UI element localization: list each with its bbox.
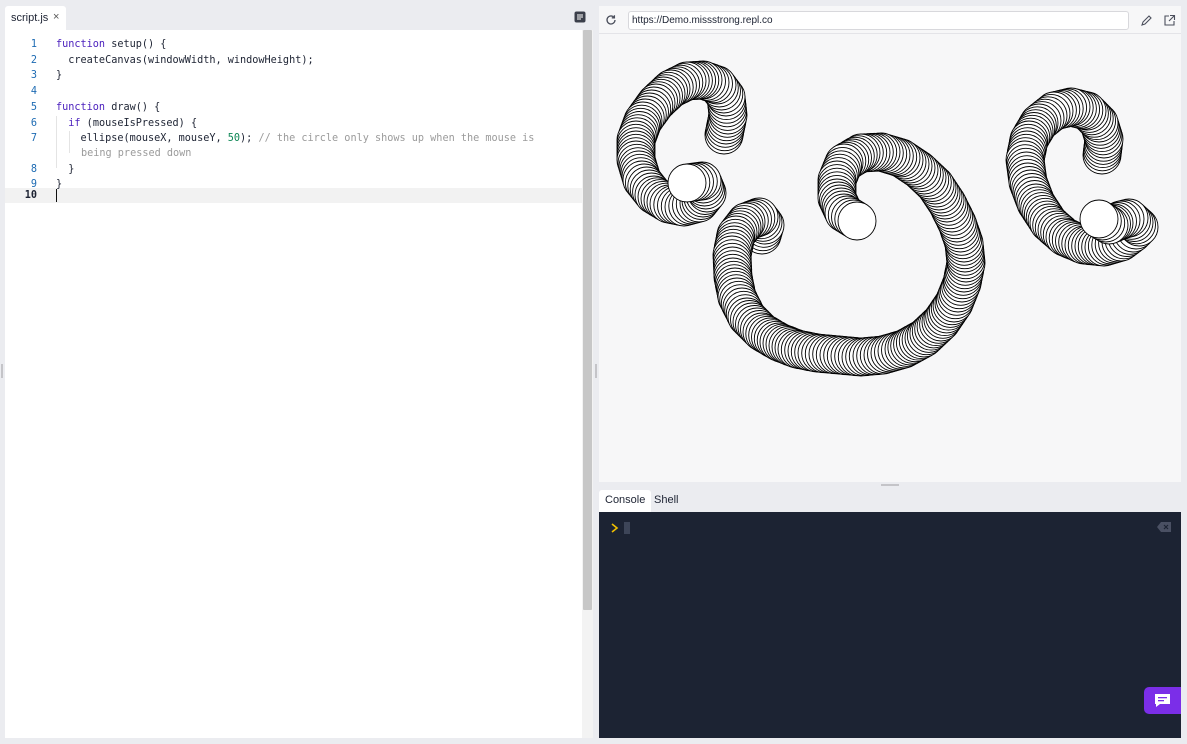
code-text: } <box>56 164 75 175</box>
drawn-circle <box>837 201 877 241</box>
prompt-chevron-icon <box>611 523 619 533</box>
line-number: 8 <box>30 164 37 175</box>
chat-icon <box>1155 694 1170 707</box>
close-tab-icon[interactable]: × <box>53 11 59 23</box>
url-input[interactable] <box>628 11 1129 30</box>
active-line-highlight <box>5 188 582 203</box>
pane-resize-handle[interactable] <box>595 364 597 378</box>
line-number: 10 <box>24 190 37 201</box>
keyword: function <box>56 39 106 50</box>
number-literal: 50 <box>227 133 241 144</box>
code-text: draw() { <box>105 102 161 113</box>
file-tab-label: script.js <box>11 12 49 24</box>
keyword: if <box>56 118 81 129</box>
code-text: } <box>56 70 63 81</box>
web-preview-pane <box>599 6 1181 482</box>
tab-shell[interactable]: Shell <box>648 490 684 512</box>
line-number: 5 <box>30 102 37 113</box>
file-tab-script-js[interactable]: script.js × <box>5 6 66 30</box>
console-tab-bar: Console Shell <box>599 490 1181 512</box>
console-panel[interactable] <box>599 512 1181 738</box>
file-tab-bar: script.js × <box>5 6 593 30</box>
code-text: ellipse(mouseX, mouseY, <box>56 133 228 144</box>
preview-resize-handle[interactable] <box>881 484 899 486</box>
console-cursor <box>624 522 630 534</box>
code-editor[interactable]: 1 function setup() { 2 createCanvas(wind… <box>5 30 593 738</box>
left-resize-handle[interactable] <box>1 364 3 378</box>
tab-console[interactable]: Console <box>599 490 652 512</box>
editor-pane: script.js × 1 function setup() { 2 creat… <box>5 6 593 738</box>
drawn-circle <box>1079 199 1119 239</box>
comment: // the circle only shows up when the mou… <box>258 133 535 144</box>
reload-icon[interactable] <box>604 13 618 27</box>
preview-url-bar <box>599 6 1181 34</box>
outline-panel-icon[interactable] <box>574 11 586 23</box>
external-link-icon[interactable] <box>1163 14 1176 27</box>
drawn-circle <box>667 163 707 203</box>
comment: being pressed down <box>81 148 192 159</box>
editor-scrollbar[interactable] <box>582 30 593 738</box>
code-text: createCanvas(windowWidth, windowHeight); <box>56 55 314 66</box>
pencil-icon[interactable] <box>1140 14 1153 27</box>
editor-scrollbar-thumb[interactable] <box>583 30 592 610</box>
line-number: 4 <box>30 86 37 97</box>
line-number: 6 <box>30 118 37 129</box>
chat-button[interactable] <box>1144 687 1181 714</box>
line-number: 1 <box>30 39 37 50</box>
code-text: setup() { <box>105 39 167 50</box>
code-text: (mouseIsPressed) { <box>80 118 198 129</box>
clear-console-icon[interactable] <box>1157 522 1171 532</box>
line-number: 7 <box>30 133 37 144</box>
code-text: ); <box>240 133 259 144</box>
text-cursor <box>56 189 57 202</box>
p5-canvas[interactable] <box>599 35 1181 482</box>
line-number: 3 <box>30 70 37 81</box>
keyword: function <box>56 102 106 113</box>
line-number: 2 <box>30 55 37 66</box>
